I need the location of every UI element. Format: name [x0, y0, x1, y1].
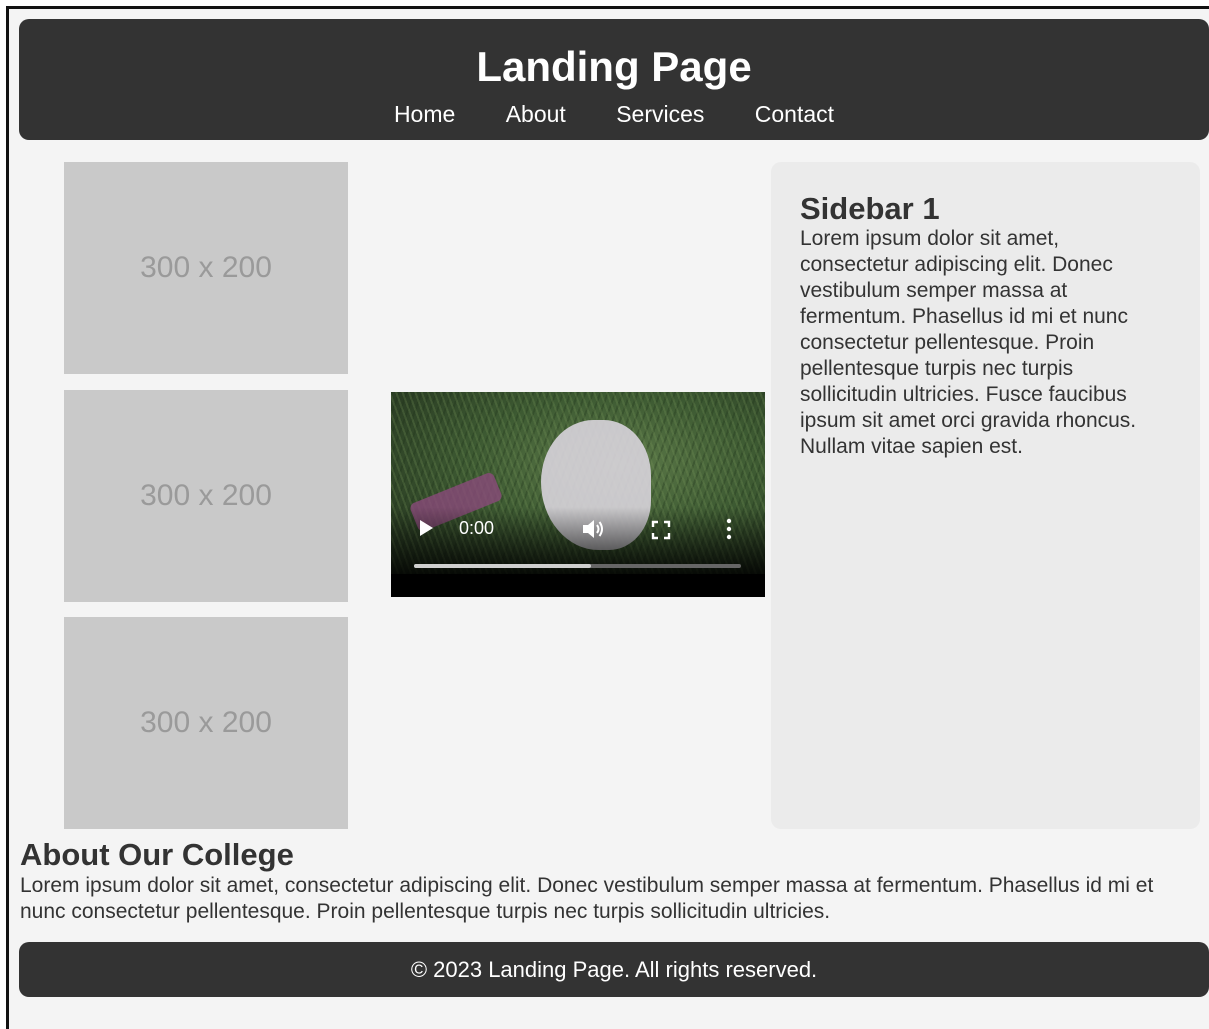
video-progress-bar[interactable] [414, 564, 741, 568]
video-player[interactable]: 0:00 [391, 392, 765, 597]
nav-link-services[interactable]: Services [616, 99, 704, 129]
page-frame: Landing Page Home About Services Contact… [6, 6, 1209, 1029]
main-nav: Home About Services Contact [19, 99, 1209, 129]
video-controls [391, 507, 765, 597]
placeholder-image-2: 300 x 200 [64, 390, 348, 602]
volume-icon[interactable] [581, 518, 605, 540]
placeholder-image-3: 300 x 200 [64, 617, 348, 829]
fullscreen-icon[interactable] [651, 520, 671, 540]
about-text: Lorem ipsum dolor sit amet, consectetur … [20, 874, 1154, 923]
nav-link-about[interactable]: About [506, 99, 566, 129]
sidebar-title: Sidebar 1 [800, 191, 940, 226]
footer-text: © 2023 Landing Page. All rights reserved… [410, 957, 818, 982]
about-section: About Our College Lorem ipsum dolor sit … [20, 837, 1200, 925]
page-title: Landing Page [476, 43, 752, 90]
nav-link-home[interactable]: Home [394, 99, 455, 129]
play-icon[interactable] [418, 519, 434, 537]
nav-link-contact[interactable]: Contact [755, 99, 834, 129]
more-options-icon[interactable] [725, 518, 733, 540]
site-footer: © 2023 Landing Page. All rights reserved… [19, 942, 1209, 997]
sidebar: Sidebar 1 Lorem ipsum dolor sit amet, co… [771, 162, 1200, 829]
sidebar-text: Lorem ipsum dolor sit amet, consectetur … [800, 227, 1137, 458]
site-header: Landing Page Home About Services Contact [19, 19, 1209, 140]
placeholder-image-1: 300 x 200 [64, 162, 348, 374]
about-title: About Our College [20, 837, 294, 872]
video-buffered-bar [414, 564, 591, 568]
video-time: 0:00 [459, 518, 495, 538]
